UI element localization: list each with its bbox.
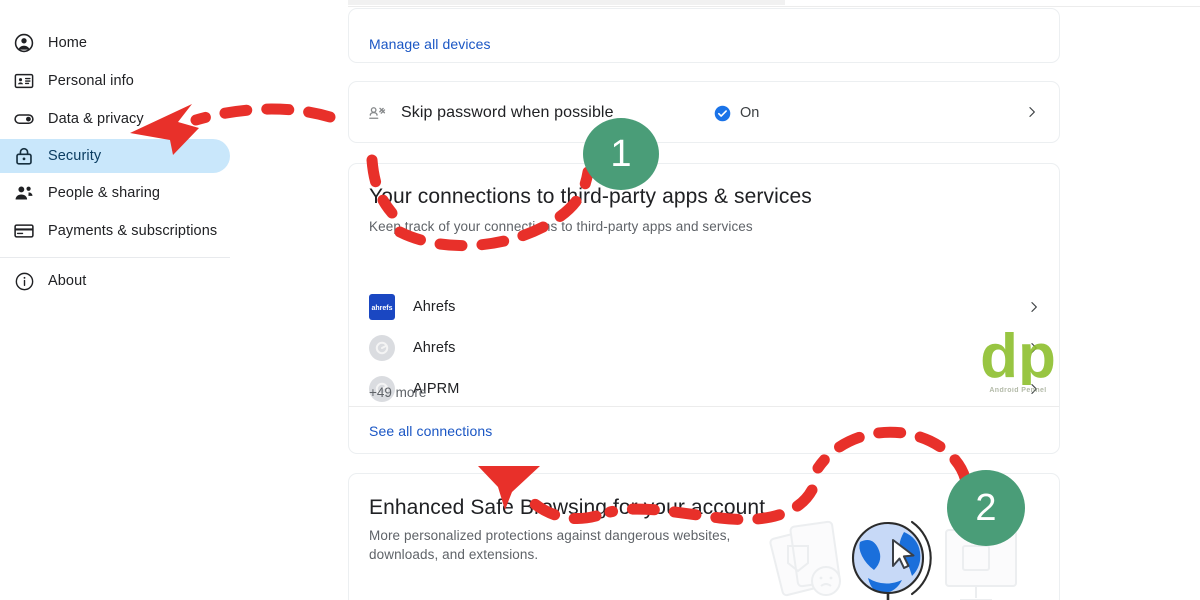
sidebar-divider	[0, 257, 230, 258]
third-party-connections-card: Your connections to third-party apps & s…	[348, 163, 1060, 286]
check-circle-icon	[714, 105, 731, 122]
globe-with-cursor-illustration	[764, 502, 1044, 600]
skip-password-title: Skip password when possible	[401, 104, 614, 121]
skip-password-row[interactable]: Skip password when possible	[349, 82, 1061, 144]
toggle-icon	[12, 107, 36, 131]
svg-text:ahrefs: ahrefs	[371, 305, 392, 312]
sidebar-item-personal-info[interactable]: Personal info	[0, 64, 230, 98]
sidebar-item-label: Security	[48, 148, 102, 164]
connections-card-footer: See all connections	[348, 406, 1060, 454]
screenshot-root: Home Personal info Data & privacy Securi…	[0, 0, 1200, 600]
credit-card-icon	[12, 219, 36, 243]
lock-icon	[12, 144, 36, 168]
sidebar-item-label: Payments & subscriptions	[48, 223, 218, 239]
skip-password-status-label: On	[740, 105, 760, 121]
sidebar-item-about[interactable]: About	[0, 264, 230, 298]
sidebar-item-security[interactable]: Security	[0, 139, 230, 173]
manage-devices-card: Manage all devices	[348, 8, 1060, 63]
sidebar-item-label: Home	[48, 35, 88, 51]
list-item[interactable]: ahrefs Ahrefs	[349, 286, 1061, 327]
people-icon	[12, 181, 36, 205]
connections-more-count: +49 more	[369, 385, 427, 400]
sidebar-item-label: About	[48, 273, 87, 289]
list-item-label: Ahrefs	[413, 339, 456, 356]
account-circle-icon	[12, 31, 36, 55]
list-item-label: Ahrefs	[413, 298, 456, 315]
badge-id-icon	[12, 69, 36, 93]
watermark-caption: Android Pennel	[989, 387, 1047, 394]
manage-all-devices-link[interactable]: Manage all devices	[369, 36, 491, 52]
sidebar-item-label: Personal info	[48, 73, 134, 89]
list-item[interactable]: Ahrefs	[349, 327, 1061, 368]
connections-heading: Your connections to third-party apps & s…	[369, 185, 812, 208]
sidebar-item-label: Data & privacy	[48, 111, 144, 127]
sidebar-item-home[interactable]: Home	[0, 26, 230, 60]
list-item[interactable]: AIPRM	[349, 368, 1061, 409]
connections-subheading: Keep track of your connections to third-…	[369, 219, 753, 234]
ahrefs-logo-icon: ahrefs	[369, 293, 395, 320]
settings-main-content: Manage all devices Skip password when po…	[348, 0, 1200, 600]
sidebar-item-people-sharing[interactable]: People & sharing	[0, 176, 230, 210]
sidebar-item-payments-subscriptions[interactable]: Payments & subscriptions	[0, 214, 230, 248]
svg-text:dp: dp	[980, 327, 1056, 385]
safe-browsing-body: More personalized protections against da…	[369, 528, 731, 562]
connections-app-list: ahrefs Ahrefs Ahrefs AIPRM +49 more	[348, 286, 1060, 406]
info-icon	[12, 269, 36, 293]
sidebar-item-label: People & sharing	[48, 185, 161, 201]
see-all-connections-link[interactable]: See all connections	[369, 423, 492, 439]
chevron-right-icon[interactable]	[1025, 105, 1039, 119]
site-watermark: dp Android Pennel	[958, 322, 1078, 405]
generic-app-icon	[369, 334, 395, 361]
settings-sidebar: Home Personal info Data & privacy Securi…	[0, 0, 348, 600]
skip-password-card[interactable]: Skip password when possible On	[348, 81, 1060, 143]
sidebar-item-data-privacy[interactable]: Data & privacy	[0, 102, 230, 136]
skip-password-status: On	[714, 82, 759, 144]
passkey-icon	[367, 103, 387, 123]
safe-browsing-heading: Enhanced Safe Browsing for your account	[369, 496, 766, 519]
enhanced-safe-browsing-card[interactable]: Enhanced Safe Browsing for your account …	[348, 473, 1060, 600]
chevron-right-icon[interactable]	[1027, 300, 1041, 314]
